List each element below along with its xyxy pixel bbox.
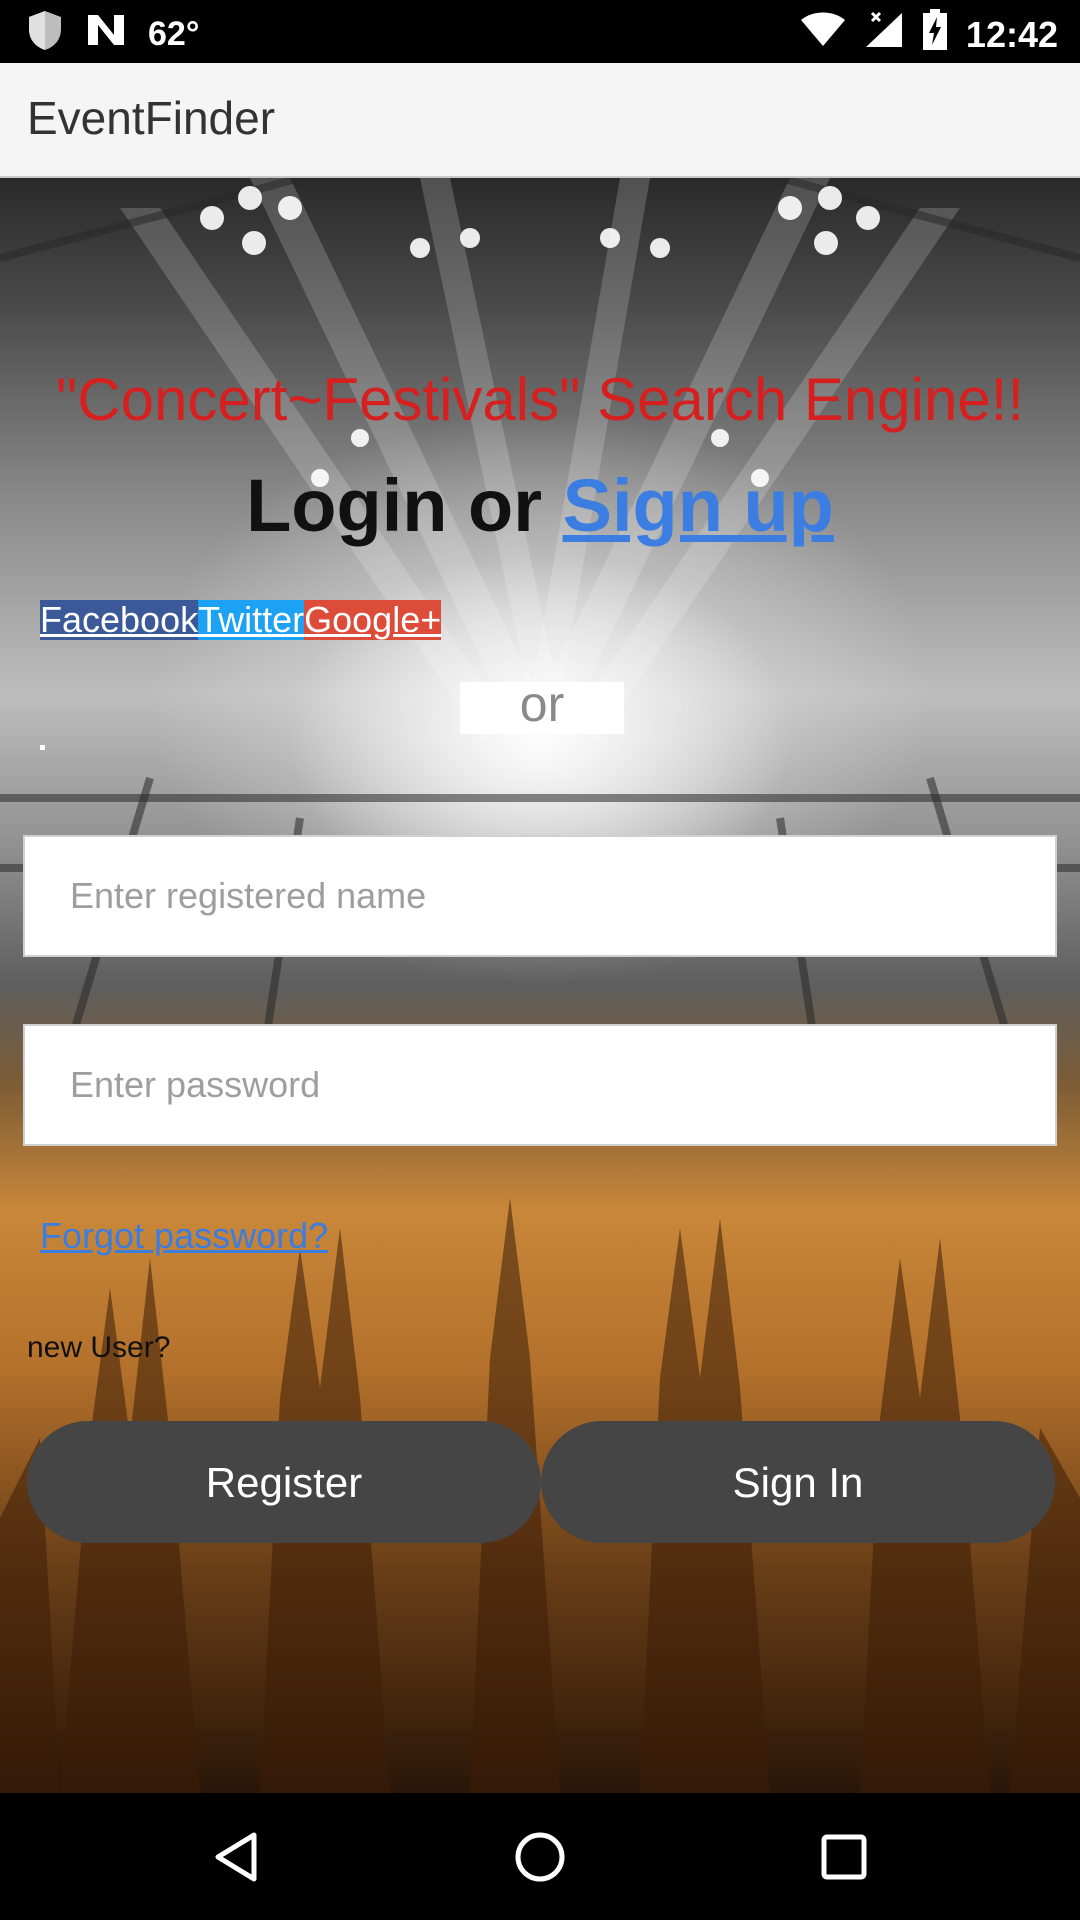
google-login-link[interactable]: Google+ (304, 600, 442, 640)
name-field[interactable] (23, 835, 1057, 957)
back-button[interactable] (176, 1793, 296, 1920)
home-circle-icon (515, 1832, 565, 1881)
or-divider: or (460, 679, 624, 734)
signup-link[interactable]: Sign up (563, 464, 834, 547)
name-input[interactable] (25, 837, 1055, 955)
twitter-login-link[interactable]: Twitter (198, 600, 305, 640)
login-content: "Concert~Festivals" Search Engine!! Logi… (0, 178, 1080, 1793)
home-button[interactable] (480, 1793, 600, 1920)
login-heading-prefix: Login or (246, 464, 563, 547)
wifi-icon (800, 12, 846, 57)
n-notification-icon (86, 13, 126, 56)
clock: 12:42 (965, 13, 1058, 55)
app-bar: EventFinder (0, 63, 1080, 178)
navigation-bar (0, 1793, 1080, 1920)
forgot-password-link[interactable]: Forgot password? (40, 1215, 328, 1257)
password-field[interactable] (23, 1024, 1057, 1146)
cell-signal-icon (864, 11, 904, 58)
password-input[interactable] (25, 1026, 1055, 1144)
login-heading: Login or Sign up (0, 463, 1080, 548)
back-triangle-icon (215, 1832, 257, 1881)
tagline: "Concert~Festivals" Search Engine!! (55, 366, 1025, 433)
recents-button[interactable] (784, 1793, 904, 1920)
temperature: 62° (148, 15, 200, 53)
status-bar: 62° 12:42 (0, 0, 1080, 63)
facebook-login-link[interactable]: Facebook (40, 600, 199, 640)
recents-square-icon (821, 1834, 867, 1879)
app-title: EventFinder (27, 92, 276, 144)
battery-charging-icon (922, 9, 948, 60)
new-user-label: new User? (27, 1331, 171, 1364)
shield-icon (26, 9, 64, 60)
status-left: 62° (26, 9, 199, 60)
status-right: 12:42 (800, 9, 1058, 60)
decorative-dot (40, 745, 45, 750)
social-login-row: Facebook Twitter Google+ (40, 600, 442, 640)
screen: 62° 12:42 EventFinder "Concert~Festivals… (0, 0, 1080, 1920)
sign-in-button[interactable]: Sign In (541, 1421, 1055, 1543)
register-button[interactable]: Register (27, 1421, 541, 1543)
